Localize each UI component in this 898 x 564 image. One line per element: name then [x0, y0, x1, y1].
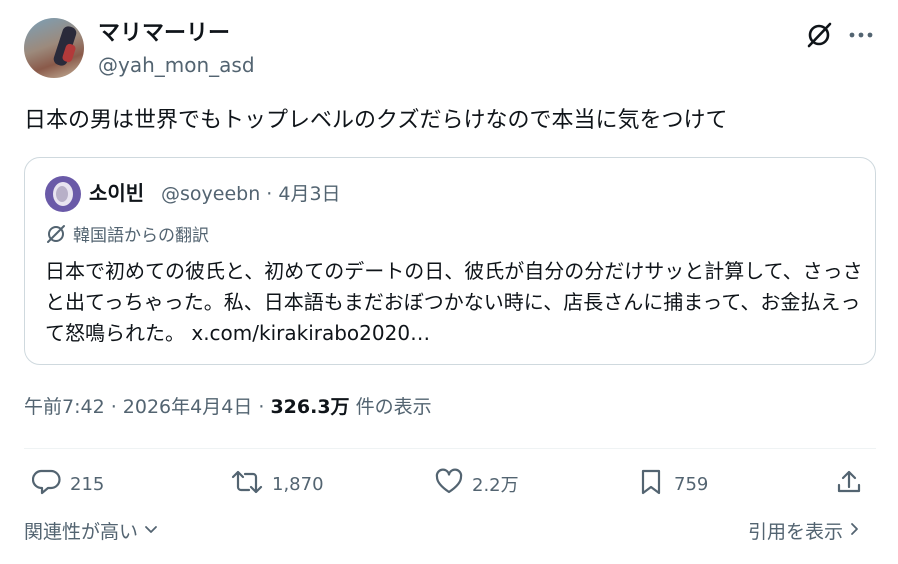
quoted-author-name: 소이빈 [89, 181, 145, 205]
tweet-text: 日本の男は世界でもトップレベルのクズだらけなので本当に気をつけて [24, 108, 728, 133]
share-icon [834, 467, 864, 501]
retweet-button[interactable]: 1,870 [230, 466, 324, 502]
tweet-timestamp: 午前7:42 · 2026年4月4日 · 326.3万 件の表示 [24, 393, 432, 421]
translation-notice: 韓国語からの翻訳 [45, 224, 209, 248]
quoted-tweet-link[interactable]: x.com/kirakirabo2020… [191, 321, 430, 345]
chevron-down-icon [142, 518, 160, 546]
tweet-datetime[interactable]: 午前7:42 · 2026年4月4日 · [24, 396, 270, 418]
quoted-author-avatar [45, 176, 81, 212]
view-quotes-label: 引用を表示 [748, 521, 844, 543]
sort-label: 関連性が高い [24, 521, 139, 543]
quoted-tweet-card[interactable]: 소이빈 @soyeebn · 4月3日 韓国語からの翻訳 日本で初めての彼氏と、… [24, 157, 876, 365]
view-count: 326.3万 [270, 396, 350, 418]
retweet-count: 1,870 [272, 473, 324, 495]
author-avatar[interactable] [24, 18, 84, 78]
bookmark-button[interactable]: 759 [636, 466, 708, 502]
reply-button[interactable]: 215 [31, 466, 105, 502]
view-label: 件の表示 [349, 396, 432, 418]
quoted-tweet-text: 日本で初めての彼氏と、初めてのデートの日、彼氏が自分の分だけサッと計算して、さっ… [45, 256, 865, 349]
author-handle[interactable]: @yah_mon_asd [98, 52, 255, 78]
chevron-right-icon [847, 518, 863, 546]
quoted-tweet-body: 日本で初めての彼氏と、初めてのデートの日、彼氏が自分の分だけサッと計算して、さっ… [45, 259, 863, 345]
author-display-name[interactable]: マリマーリー [98, 20, 230, 48]
quoted-author-meta: @soyeebn · 4月3日 [161, 183, 341, 205]
bookmark-icon [636, 467, 666, 501]
retweet-icon [230, 467, 264, 501]
translation-label: 韓国語からの翻訳 [73, 226, 209, 246]
sort-replies-dropdown[interactable]: 関連性が高い [24, 518, 160, 546]
reply-count: 215 [70, 473, 105, 495]
reply-icon [31, 467, 62, 501]
divider [24, 448, 876, 449]
more-icon[interactable] [846, 22, 876, 48]
view-quotes-link[interactable]: 引用を表示 [748, 518, 863, 546]
grok-icon[interactable] [804, 20, 834, 50]
bookmark-count: 759 [674, 473, 709, 495]
translate-icon [45, 223, 67, 249]
like-button[interactable]: 2.2万 [434, 466, 519, 502]
share-button[interactable] [834, 466, 864, 502]
like-count: 2.2万 [472, 475, 519, 496]
like-icon [434, 467, 464, 501]
